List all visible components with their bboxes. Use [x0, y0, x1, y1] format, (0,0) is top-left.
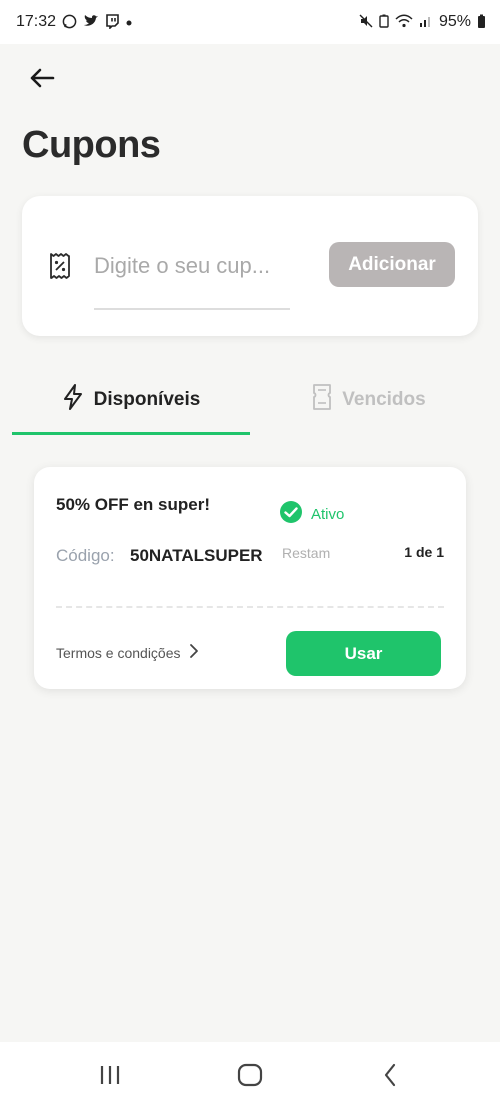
system-back-button[interactable]: [370, 1062, 410, 1092]
ticket-icon: [312, 384, 332, 416]
status-text: Ativo: [311, 506, 345, 523]
battery-saver-icon: [379, 14, 389, 30]
coupon-code-input[interactable]: [94, 248, 292, 284]
coupon-icon: [48, 252, 72, 280]
coupon-input-card: Adicionar: [22, 196, 478, 336]
twitch-icon: [105, 13, 119, 31]
recent-apps-button[interactable]: [90, 1062, 130, 1092]
wifi-icon: [395, 14, 413, 30]
coupon-code: 50NATALSUPER: [130, 546, 263, 565]
use-coupon-button[interactable]: Usar: [286, 631, 441, 676]
remaining-value: 1 de 1: [404, 544, 444, 560]
active-tab-indicator: [12, 432, 250, 435]
home-icon: [237, 1063, 263, 1092]
dot-icon: [125, 16, 133, 29]
terms-label: Termos e condições: [56, 644, 181, 661]
chevron-left-icon: [383, 1063, 397, 1092]
recent-apps-icon: [98, 1064, 122, 1091]
code-label: Código:: [56, 546, 115, 565]
coupon-title: 50% OFF en super!: [56, 495, 210, 514]
battery-icon: [477, 14, 486, 31]
status-bar-right: 95%: [359, 13, 486, 31]
signal-icon: [419, 14, 433, 30]
terms-link[interactable]: Termos e condições: [56, 643, 199, 662]
status-badge: Ativo: [279, 500, 344, 529]
check-circle-icon: [279, 500, 303, 529]
tab-expired[interactable]: Vencidos: [250, 370, 488, 430]
coupon-input-underline: [94, 308, 290, 310]
whatsapp-icon: [62, 14, 77, 31]
back-button[interactable]: [24, 62, 60, 98]
coupon-tabs: Disponíveis Vencidos: [0, 370, 500, 436]
arrow-left-icon: [29, 67, 55, 94]
tab-expired-label: Vencidos: [342, 389, 426, 410]
battery-percent: 95%: [438, 13, 471, 30]
dashed-divider: [56, 606, 444, 608]
remaining-label: Restam: [282, 545, 331, 561]
system-nav-bar: [0, 1042, 500, 1110]
status-bar: 17:32 95%: [0, 0, 500, 44]
mute-icon: [359, 14, 373, 30]
lightning-icon: [62, 384, 84, 416]
twitter-icon: [83, 14, 99, 30]
home-button[interactable]: [230, 1062, 270, 1092]
tab-available[interactable]: Disponíveis: [12, 370, 250, 430]
add-coupon-button[interactable]: Adicionar: [329, 242, 455, 287]
status-time: 17:32: [16, 13, 57, 30]
page-title: Cupons: [22, 124, 161, 166]
status-bar-left: 17:32: [16, 13, 133, 31]
tab-available-label: Disponíveis: [93, 389, 201, 410]
chevron-right-icon: [189, 643, 199, 662]
coupon-card: 50% OFF en super! Ativo Código: 50NATALS…: [34, 467, 466, 689]
